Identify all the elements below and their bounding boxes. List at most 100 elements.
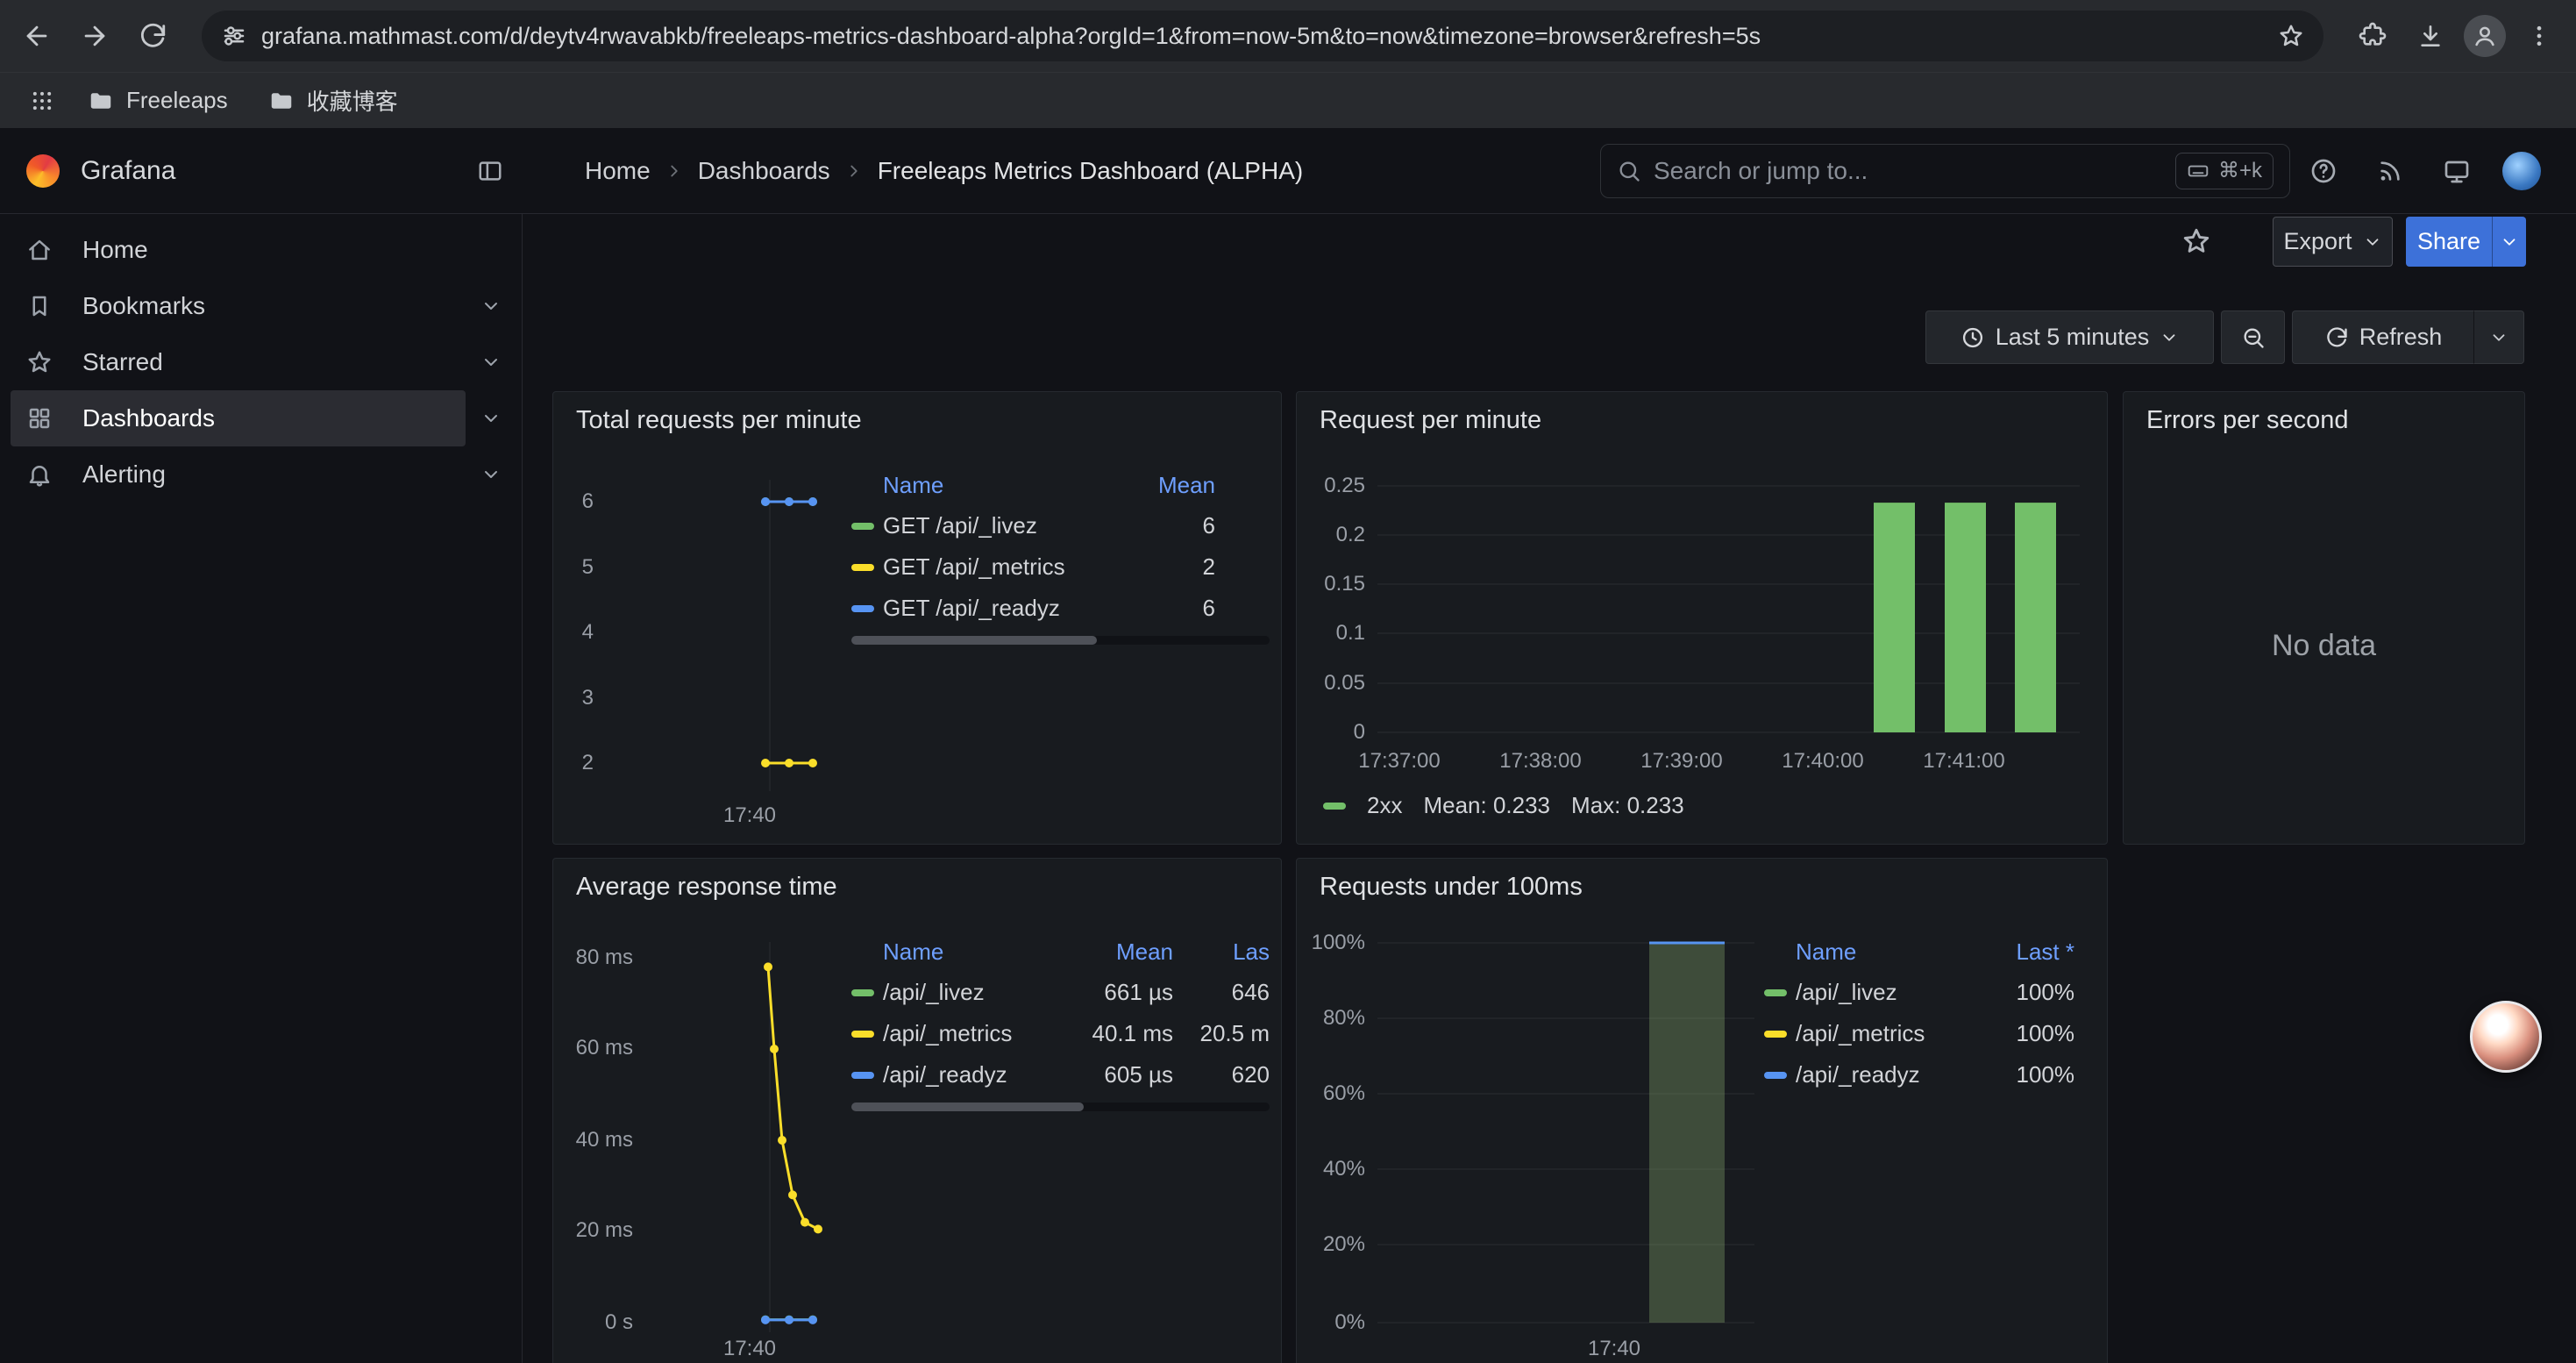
sidebar-item-starred[interactable]: Starred	[11, 334, 511, 390]
legend-row[interactable]: /api/_livez 100%	[1764, 972, 2074, 1013]
bookmark-folder-blogs[interactable]: 收藏博客	[254, 80, 412, 122]
chevron-down-icon[interactable]	[480, 296, 502, 317]
legend-row[interactable]: /api/_metrics 40.1 ms 20.5 m	[851, 1013, 1270, 1054]
legend-row[interactable]: /api/_readyz 605 µs 620	[851, 1054, 1270, 1095]
favorite-dashboard-button[interactable]	[2175, 220, 2217, 262]
panel-total-requests[interactable]: Total requests per minute 6 5 4 3 2 17:4…	[552, 391, 1282, 845]
breadcrumb-home[interactable]: Home	[585, 157, 651, 185]
zoom-out-icon	[2241, 325, 2266, 350]
x-tick: 17:38:00	[1470, 748, 1611, 774]
legend-col-name[interactable]: Name	[883, 472, 1110, 499]
refresh-button[interactable]: Refresh	[2292, 310, 2473, 364]
back-button[interactable]	[12, 11, 61, 61]
panel-title[interactable]: Request per minute	[1320, 406, 1541, 435]
header-brand-area: Grafana	[0, 154, 523, 188]
screen: grafana.mathmast.com/d/deytv4rwavabkb/fr…	[0, 0, 2576, 1363]
export-label: Export	[2283, 228, 2352, 255]
y-tick: 60%	[1297, 1081, 1365, 1107]
no-data-message: No data	[2124, 629, 2524, 663]
panel-title[interactable]: Errors per second	[2146, 406, 2349, 435]
bookmark-star-icon[interactable]	[2278, 23, 2304, 49]
legend-col-last[interactable]: Las	[1182, 938, 1270, 966]
time-range-picker[interactable]: Last 5 minutes	[1925, 310, 2214, 364]
legend-col-mean[interactable]: Mean	[1119, 472, 1215, 499]
y-tick: 80%	[1297, 1005, 1365, 1031]
scrollbar-thumb[interactable]	[851, 636, 1097, 645]
panel-errors-per-second[interactable]: Errors per second No data	[2123, 391, 2525, 845]
side-panel-button[interactable]	[23, 82, 61, 120]
scrollbar-thumb[interactable]	[851, 1103, 1084, 1111]
y-tick: 60 ms	[553, 1035, 633, 1061]
help-button[interactable]	[2302, 150, 2345, 192]
share-button[interactable]: Share	[2406, 217, 2492, 267]
panel-request-per-minute[interactable]: Request per minute 0.25 0.2 0.15 0.1 0.0…	[1296, 391, 2108, 845]
legend-scrollbar[interactable]	[851, 1103, 1270, 1111]
share-split-button: Share	[2406, 217, 2526, 267]
bookmark-label: 收藏博客	[307, 84, 398, 117]
dock-menu-button[interactable]	[477, 158, 503, 184]
panel-title[interactable]: Total requests per minute	[576, 406, 862, 435]
chevron-down-icon[interactable]	[480, 352, 502, 373]
legend-table: Name Mean Las /api/_livez 661 µs 646 /ap…	[851, 931, 1270, 1095]
legend-last-value: 100%	[1996, 1061, 2074, 1088]
legend-row[interactable]: 2xx Mean: 0.233 Max: 0.233	[1323, 792, 1684, 819]
chevron-down-icon[interactable]	[480, 408, 502, 429]
export-button[interactable]: Export	[2273, 217, 2393, 267]
help-icon	[2309, 157, 2338, 185]
bookmark-folder-freeleaps[interactable]: Freeleaps	[74, 80, 242, 122]
legend-last-value: 100%	[1996, 1020, 2074, 1047]
legend-col-mean[interactable]: Mean	[1077, 938, 1173, 966]
legend-row[interactable]: GET /api/_metrics 2	[851, 546, 1215, 588]
sidebar-item-alerting[interactable]: Alerting	[11, 446, 511, 503]
browser-profile-avatar[interactable]	[2464, 15, 2506, 57]
home-icon	[26, 237, 53, 263]
bookmark-icon	[26, 293, 53, 319]
chevron-down-icon[interactable]	[480, 464, 502, 485]
legend-row[interactable]: /api/_metrics 100%	[1764, 1013, 2074, 1054]
refresh-interval-button[interactable]	[2473, 310, 2524, 364]
series-color-swatch	[1764, 1031, 1787, 1038]
user-avatar[interactable]	[2502, 152, 2541, 190]
site-controls-icon[interactable]	[221, 23, 247, 49]
share-menu-button[interactable]	[2492, 217, 2526, 267]
zoom-out-time-button[interactable]	[2221, 310, 2285, 364]
search-input[interactable]	[1654, 157, 2163, 185]
sidebar-item-home[interactable]: Home	[11, 222, 511, 278]
assistant-avatar[interactable]	[2470, 1001, 2542, 1073]
series-color-swatch	[851, 1031, 874, 1038]
legend-col-name[interactable]: Name	[883, 938, 1068, 966]
sidebar-toggle-icon	[477, 158, 503, 184]
panel-requests-under-100ms[interactable]: Requests under 100ms 100% 80% 60% 40% 20…	[1296, 858, 2108, 1363]
downloads-button[interactable]	[2406, 11, 2455, 61]
news-button[interactable]	[2369, 150, 2411, 192]
grafana-logo[interactable]	[26, 154, 60, 188]
legend-mean-value: 661 µs	[1077, 979, 1173, 1006]
browser-menu-button[interactable]	[2515, 11, 2564, 61]
legend-row[interactable]: GET /api/_livez 6	[851, 505, 1215, 546]
forward-icon	[80, 21, 110, 51]
sidebar-item-dashboards[interactable]: Dashboards	[11, 390, 511, 446]
breadcrumb-dashboards[interactable]: Dashboards	[698, 157, 830, 185]
y-tick: 0.25	[1297, 473, 1365, 499]
forward-button[interactable]	[70, 11, 119, 61]
reload-button[interactable]	[128, 11, 177, 61]
search-shortcut: ⌘+k	[2218, 158, 2262, 183]
legend-scrollbar[interactable]	[851, 636, 1270, 645]
search-icon	[1617, 159, 1641, 183]
address-bar[interactable]: grafana.mathmast.com/d/deytv4rwavabkb/fr…	[202, 11, 2323, 61]
panel-title[interactable]: Requests under 100ms	[1320, 873, 1583, 902]
extensions-button[interactable]	[2348, 11, 2397, 61]
legend-row[interactable]: /api/_readyz 100%	[1764, 1054, 2074, 1095]
legend-series-name: /api/_livez	[883, 979, 1068, 1006]
display-button[interactable]	[2436, 150, 2478, 192]
legend-mean-value: 6	[1119, 595, 1215, 622]
legend-row[interactable]: GET /api/_readyz 6	[851, 588, 1215, 629]
panel-title[interactable]: Average response time	[576, 873, 837, 902]
legend-row[interactable]: /api/_livez 661 µs 646	[851, 972, 1270, 1013]
legend-col-last[interactable]: Last *	[1996, 938, 2074, 966]
legend-col-name[interactable]: Name	[1796, 938, 1987, 966]
panel-average-response-time[interactable]: Average response time 80 ms 60 ms 40 ms …	[552, 858, 1282, 1363]
search-box[interactable]: ⌘+k	[1600, 144, 2290, 198]
sidebar-item-bookmarks[interactable]: Bookmarks	[11, 278, 511, 334]
legend-table: Name Last * /api/_livez 100% /api/_metri…	[1764, 931, 2074, 1095]
